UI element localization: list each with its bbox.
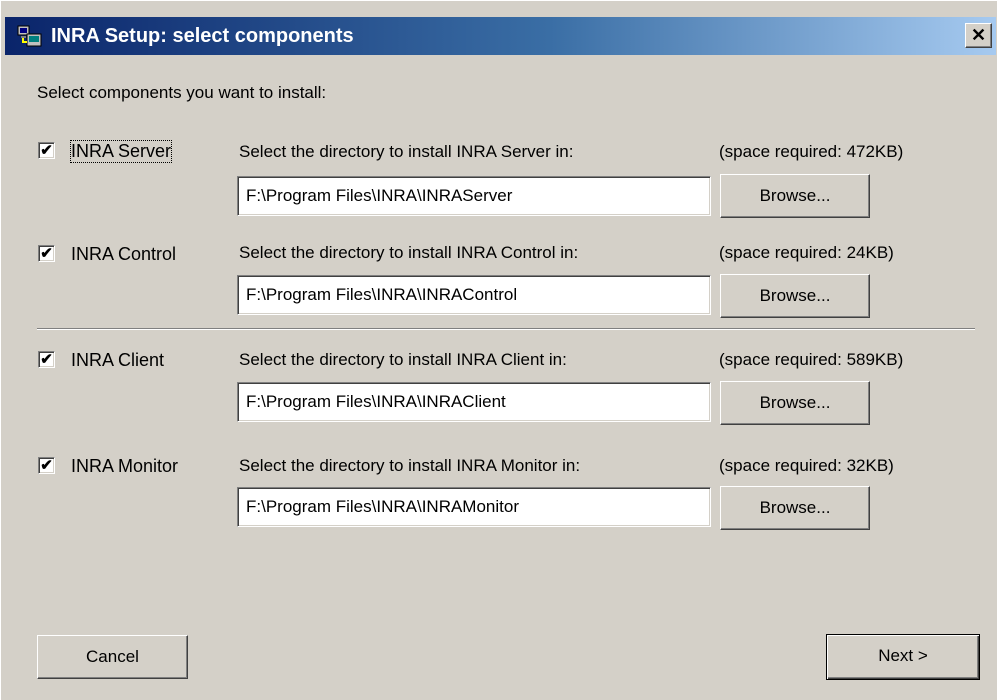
monitor-checkbox[interactable]: ✔ [38, 457, 55, 474]
control-space-required: (space required: 24KB) [719, 243, 894, 262]
server-path-input[interactable] [237, 176, 711, 216]
client-dir-label: Select the directory to install INRA Cli… [239, 350, 567, 369]
close-button[interactable]: ✕ [965, 23, 992, 48]
title-bar[interactable]: INRA Setup: select components ✕ [5, 17, 996, 55]
server-browse-button[interactable]: Browse... [720, 174, 870, 218]
monitor-checkbox-label[interactable]: INRA Monitor [71, 456, 178, 477]
client-checkbox-label[interactable]: INRA Client [71, 350, 164, 371]
monitor-space-required: (space required: 32KB) [719, 456, 894, 475]
control-browse-button[interactable]: Browse... [720, 274, 870, 318]
client-checkbox[interactable]: ✔ [38, 351, 55, 368]
cancel-button[interactable]: Cancel [37, 635, 188, 679]
client-browse-button[interactable]: Browse... [720, 381, 870, 425]
monitor-path-input[interactable] [237, 487, 711, 527]
control-checkbox-label[interactable]: INRA Control [71, 244, 176, 265]
server-checkbox[interactable]: ✔ [38, 142, 55, 159]
monitor-browse-button[interactable]: Browse... [720, 486, 870, 530]
server-checkbox-label[interactable]: INRA Server [69, 140, 173, 163]
client-path-input[interactable] [237, 382, 711, 422]
check-mark-icon: ✔ [40, 351, 53, 368]
separator [37, 328, 975, 330]
close-icon: ✕ [970, 25, 987, 45]
server-dir-label: Select the directory to install INRA Ser… [239, 142, 574, 161]
client-space-required: (space required: 589KB) [719, 350, 904, 369]
instruction-text: Select components you want to install: [37, 83, 327, 102]
next-button[interactable]: Next > [826, 634, 980, 680]
check-mark-icon: ✔ [40, 142, 53, 159]
check-mark-icon: ✔ [40, 245, 53, 262]
window-title: INRA Setup: select components [51, 25, 354, 47]
control-dir-label: Select the directory to install INRA Con… [239, 243, 579, 262]
check-mark-icon: ✔ [40, 457, 53, 474]
setup-app-icon [17, 25, 42, 47]
monitor-dir-label: Select the directory to install INRA Mon… [239, 456, 581, 475]
server-space-required: (space required: 472KB) [719, 142, 904, 161]
control-checkbox[interactable]: ✔ [38, 245, 55, 262]
setup-dialog: INRA Setup: select components ✕ Select c… [0, 0, 997, 700]
control-path-input[interactable] [237, 275, 711, 315]
